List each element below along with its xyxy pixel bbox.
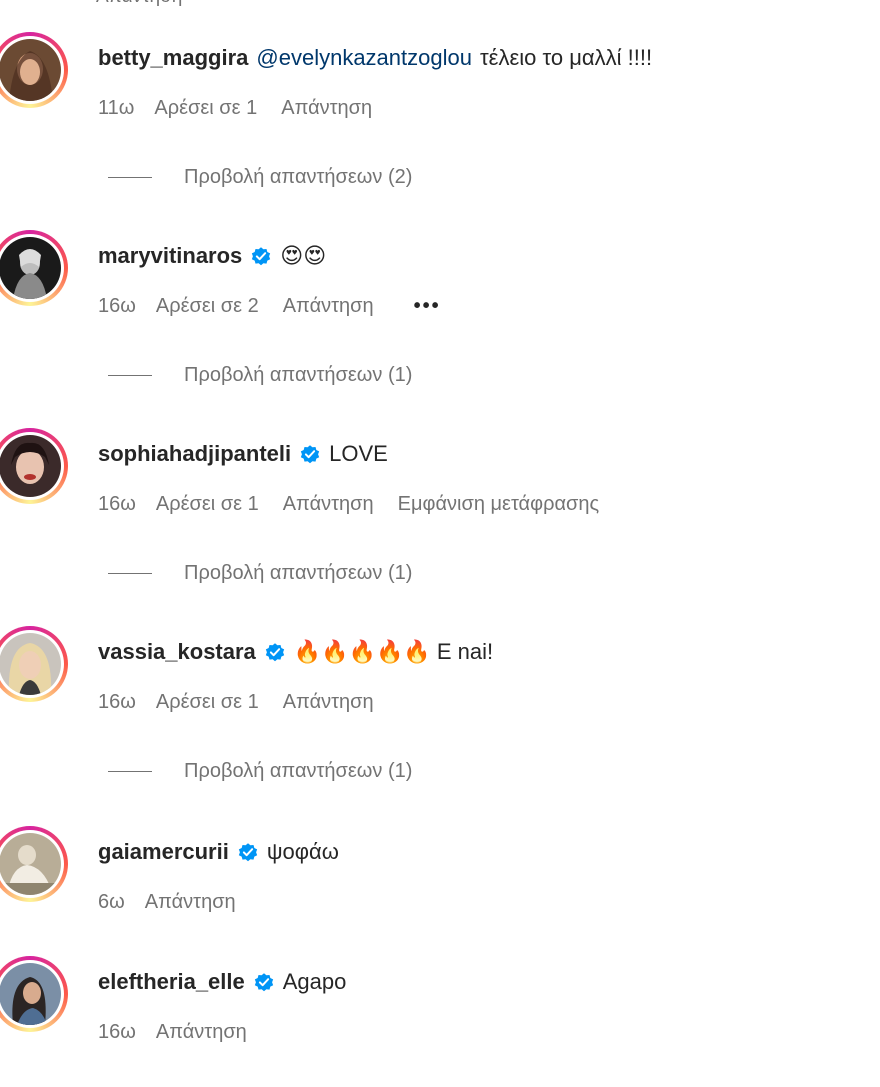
comment-time[interactable]: 16ω: [98, 1020, 136, 1044]
verified-badge-icon: [254, 973, 273, 992]
comment-time[interactable]: 6ω: [98, 890, 125, 914]
more-options-icon[interactable]: •••: [414, 294, 441, 318]
reply-button[interactable]: Απάντηση: [283, 690, 374, 714]
view-replies-button[interactable]: Προβολή απαντήσεων (1): [108, 760, 412, 783]
replies-divider: [108, 177, 152, 178]
comment-time[interactable]: 16ω: [98, 294, 136, 318]
comment-username[interactable]: gaiamercurii: [98, 838, 229, 866]
comment-username[interactable]: maryvitinaros: [98, 242, 242, 270]
comment-time[interactable]: 11ω: [98, 96, 134, 120]
reply-button[interactable]: Απάντηση: [281, 96, 372, 120]
view-replies-label: Προβολή απαντήσεων (1): [184, 562, 413, 584]
comment-text: 🔥🔥🔥🔥🔥 E nai!: [293, 639, 494, 664]
view-replies-button[interactable]: Προβολή απαντήσεων (1): [108, 562, 412, 585]
avatar[interactable]: [0, 32, 68, 108]
avatar[interactable]: [0, 826, 68, 902]
comment-likes[interactable]: Αρέσει σε 2: [156, 294, 259, 318]
verified-badge-icon: [265, 643, 284, 662]
view-replies-button[interactable]: Προβολή απαντήσεων (1): [108, 364, 412, 387]
verified-badge-icon: [300, 445, 320, 464]
replies-divider: [108, 375, 152, 376]
reply-button[interactable]: Απάντηση: [156, 1020, 247, 1044]
comment-time[interactable]: 16ω: [98, 690, 136, 714]
comment-username[interactable]: sophiahadjipanteli: [98, 440, 291, 468]
avatar[interactable]: [0, 428, 68, 504]
comment-text: LOVE: [329, 441, 388, 466]
verified-badge-icon: [252, 247, 271, 266]
view-replies-label: Προβολή απαντήσεων (1): [184, 364, 413, 386]
avatar[interactable]: [0, 626, 68, 702]
comment-text: ψοφάω: [266, 839, 339, 864]
verified-badge-icon: [238, 843, 258, 862]
reply-button[interactable]: Απάντηση: [283, 492, 374, 516]
avatar[interactable]: [0, 956, 68, 1032]
view-replies-button[interactable]: Προβολή απαντήσεων (2): [108, 166, 412, 189]
comment-likes[interactable]: Αρέσει σε 1: [156, 690, 259, 714]
reply-button[interactable]: Απάντηση: [145, 890, 236, 914]
view-replies-label: Προβολή απαντήσεων (1): [184, 760, 413, 782]
reply-button[interactable]: Απάντηση: [283, 294, 374, 318]
comment-text: τέλειο το μαλλί !!!!: [479, 45, 653, 70]
comment-username[interactable]: vassia_kostara: [98, 638, 256, 666]
comment-likes[interactable]: Αρέσει σε 1: [154, 96, 257, 120]
top-partial-reply[interactable]: Απάντηση: [96, 0, 182, 8]
replies-divider: [108, 771, 152, 772]
view-replies-label: Προβολή απαντήσεων (2): [184, 166, 413, 188]
replies-divider: [108, 573, 152, 574]
avatar[interactable]: [0, 230, 68, 306]
comment-mention[interactable]: @evelynkazantzoglou: [256, 44, 472, 72]
comment-username[interactable]: eleftheria_elle: [98, 968, 245, 996]
comment-likes[interactable]: Αρέσει σε 1: [156, 492, 259, 516]
comment-time[interactable]: 16ω: [98, 492, 136, 516]
comment-text: 😍😍: [280, 243, 327, 268]
comment-username[interactable]: betty_maggira: [98, 44, 248, 72]
comment-text: Agapo: [282, 969, 347, 994]
see-translation-button[interactable]: Εμφάνιση μετάφρασης: [398, 492, 600, 516]
